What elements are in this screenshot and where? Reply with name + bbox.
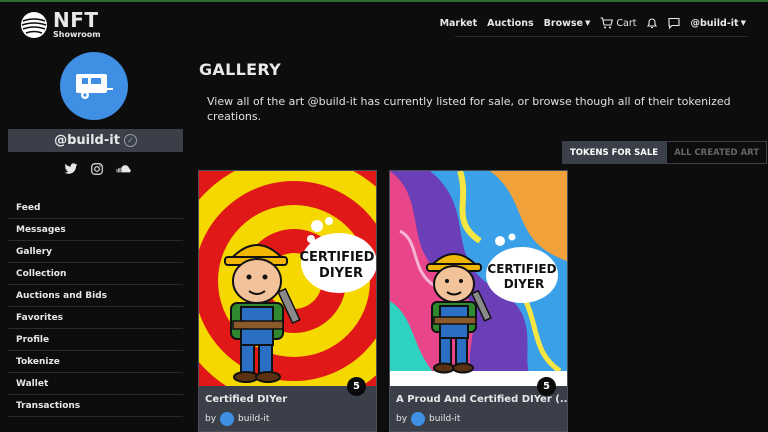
nav-cart[interactable]: Cart xyxy=(600,17,636,29)
cart-icon xyxy=(600,17,614,29)
profile-handle: @build-it xyxy=(54,133,120,148)
creator-name: build-it xyxy=(429,414,461,424)
profile-handle-bar: @build-it ✓ xyxy=(8,129,183,152)
art-text-diyer: DIYER xyxy=(504,277,545,291)
nav-market[interactable]: Market xyxy=(440,18,478,29)
sidebar-item-wallet[interactable]: Wallet xyxy=(8,373,183,395)
trailer-icon xyxy=(76,74,113,99)
tab-tokens-for-sale[interactable]: TOKENS FOR SALE xyxy=(562,141,667,164)
nav-divider xyxy=(455,36,747,37)
edition-count-badge: 5 xyxy=(537,377,556,396)
creator-avatar xyxy=(220,412,235,426)
nav-browse-label: Browse xyxy=(543,17,583,29)
instagram-icon[interactable] xyxy=(90,162,104,176)
sidebar-item-transactions[interactable]: Transactions xyxy=(8,395,183,417)
tab-all-created-art[interactable]: ALL CREATED ART xyxy=(666,141,768,164)
brand-logo[interactable]: NFT Showroom xyxy=(20,10,101,39)
sidebar-item-auctions-and-bids[interactable]: Auctions and Bids xyxy=(8,285,183,307)
art-text-certified: CERTIFIED xyxy=(487,262,556,276)
nft-artwork[interactable]: CERTIFIED DIYER xyxy=(390,171,567,386)
nft-card-creator[interactable]: by build-it xyxy=(390,405,567,426)
sidebar-menu: Feed Messages Gallery Collection Auction… xyxy=(8,197,183,417)
gallery-description: View all of the art @build-it has curren… xyxy=(207,95,731,123)
chat-icon xyxy=(668,17,681,29)
page-title: GALLERY xyxy=(199,60,281,79)
nav-browse[interactable]: Browse ▼ xyxy=(544,18,591,29)
bell-icon xyxy=(647,18,658,29)
avatar[interactable] xyxy=(60,52,128,120)
sidebar-item-favorites[interactable]: Favorites xyxy=(8,307,183,329)
creator-name: build-it xyxy=(238,414,270,424)
artwork-image: CERTIFIED DIYER xyxy=(390,171,567,386)
sidebar-item-collection[interactable]: Collection xyxy=(8,263,183,285)
notifications-button[interactable] xyxy=(646,17,658,29)
by-label: by xyxy=(396,414,408,424)
sidebar-item-gallery[interactable]: Gallery xyxy=(8,241,183,263)
sidebar-item-messages[interactable]: Messages xyxy=(8,219,183,241)
top-nav: Market Auctions Browse ▼ Cart @build-it … xyxy=(430,17,746,29)
nft-artwork[interactable]: CERTIFIED DIYER xyxy=(199,171,376,386)
globe-logo-icon xyxy=(21,11,47,38)
artwork-image: CERTIFIED DIYER xyxy=(199,171,376,386)
art-text-certified: CERTIFIED xyxy=(300,250,375,265)
gallery-tabs: TOKENS FOR SALE ALL CREATED ART xyxy=(562,141,768,164)
messages-button[interactable] xyxy=(668,17,681,29)
brand-name: NFT xyxy=(53,8,99,32)
user-menu[interactable]: @build-it ▼ xyxy=(690,18,746,29)
top-accent-line xyxy=(0,0,768,2)
creator-avatar xyxy=(411,412,426,426)
twitter-icon[interactable] xyxy=(64,162,78,176)
art-text-diyer: DIYER xyxy=(319,266,363,281)
by-label: by xyxy=(205,414,217,424)
brand-sub: Showroom xyxy=(53,30,101,39)
verified-check-icon: ✓ xyxy=(123,134,137,147)
user-menu-label: @build-it xyxy=(690,17,739,29)
edition-count-badge: 5 xyxy=(347,377,366,396)
social-links xyxy=(64,162,132,176)
sidebar-item-feed[interactable]: Feed xyxy=(8,197,183,219)
caret-down-icon: ▼ xyxy=(585,19,591,27)
soundcloud-icon[interactable] xyxy=(116,162,132,176)
nav-auctions[interactable]: Auctions xyxy=(487,18,534,29)
nft-card-creator[interactable]: by build-it xyxy=(199,405,376,426)
nav-cart-label: Cart xyxy=(616,17,637,29)
sidebar-item-tokenize[interactable]: Tokenize xyxy=(8,351,183,373)
caret-down-icon: ▼ xyxy=(740,19,746,27)
sidebar-item-profile[interactable]: Profile xyxy=(8,329,183,351)
